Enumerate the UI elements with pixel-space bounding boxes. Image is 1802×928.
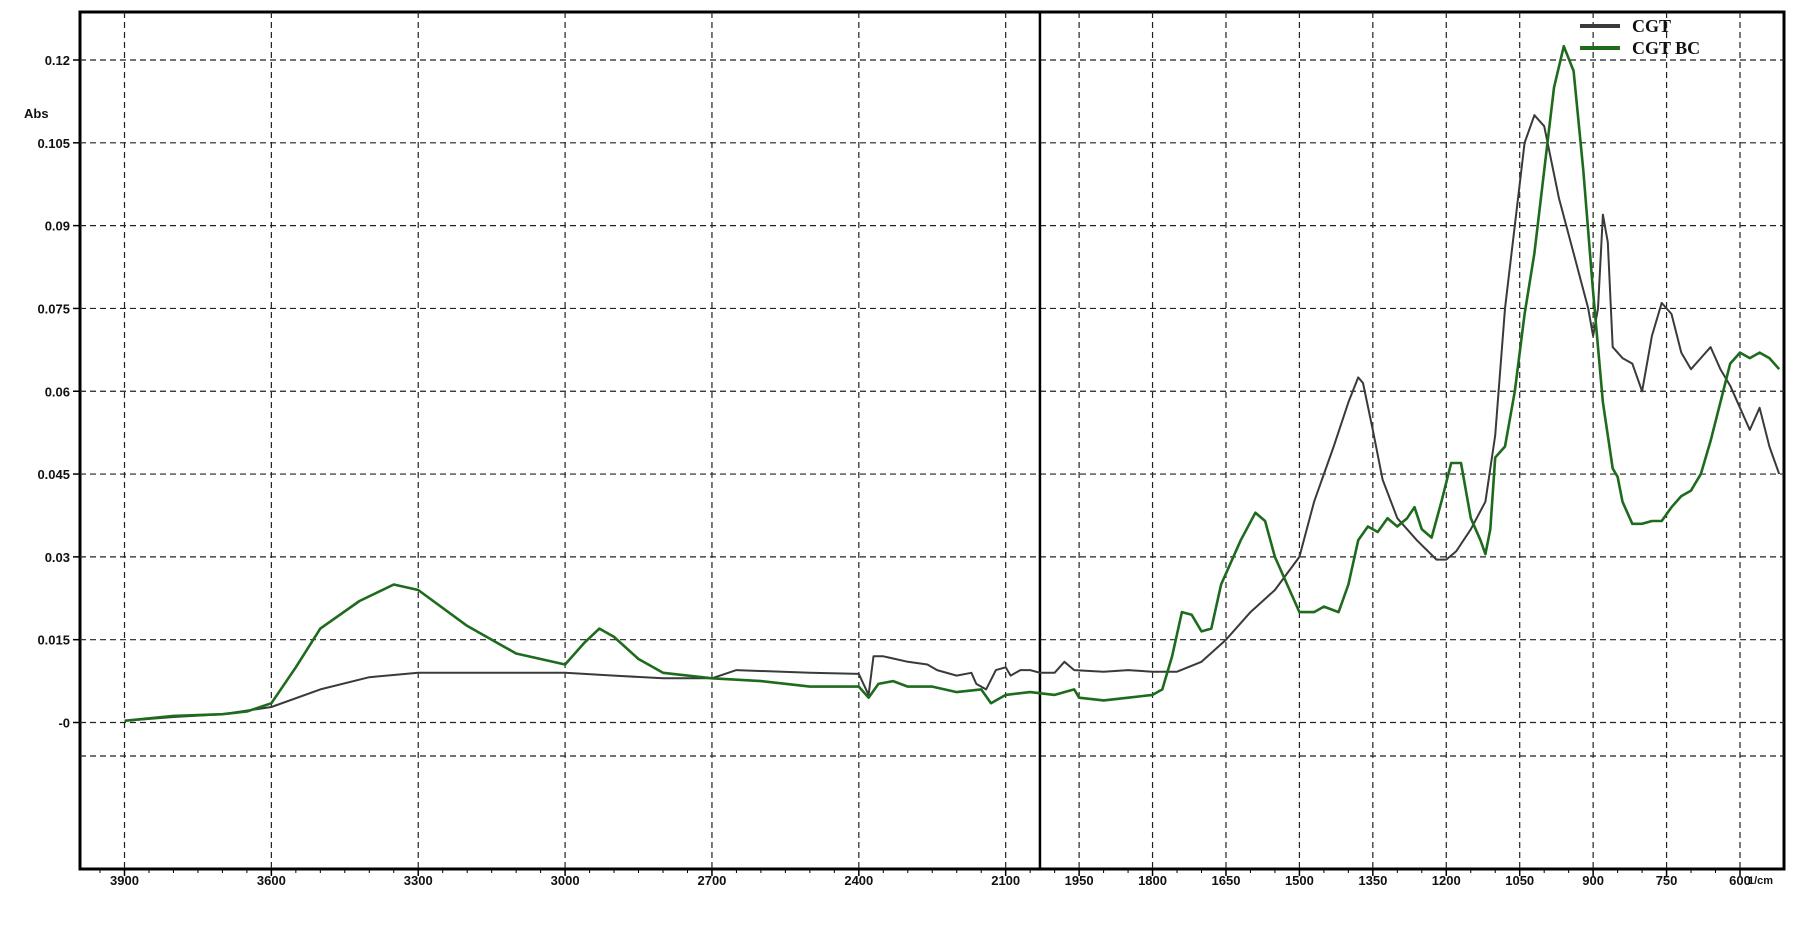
x-tick-label: 1800	[1138, 873, 1167, 888]
x-tick-label: 1500	[1285, 873, 1314, 888]
y-tick-label: 0.03	[45, 550, 70, 565]
x-tick-label: 3000	[551, 873, 580, 888]
y-tick-label: 0.09	[45, 219, 70, 234]
legend-label: CGT	[1632, 16, 1671, 36]
x-tick-label: 3600	[257, 873, 286, 888]
x-tick-label: 1050	[1505, 873, 1534, 888]
x-tick-label: 1950	[1065, 873, 1094, 888]
y-tick-label: 0.075	[37, 301, 70, 316]
x-tick-label: 2700	[697, 873, 726, 888]
x-tick-label: 1650	[1212, 873, 1241, 888]
plot-area	[78, 10, 1786, 871]
ftir-chart: -0 0.015 0.03 0.045 0.06 0.075 0.09 0.105 0.12 3…	[24, 10, 1786, 888]
x-tick-label: 2100	[991, 873, 1020, 888]
x-tick-label: 900	[1582, 873, 1604, 888]
x-tick-label: 3300	[404, 873, 433, 888]
y-tick-label: -0	[58, 716, 70, 731]
x-axis-ticks: 3900 3600 3300 3000 2700 2400 2100 1950 1800 1650…	[99, 869, 1751, 888]
x-tick-label: 3900	[110, 873, 139, 888]
x-tick-label: 1350	[1358, 873, 1387, 888]
x-tick-label: 750	[1656, 873, 1678, 888]
y-axis-label: Abs	[24, 106, 49, 121]
y-tick-label: 0.045	[37, 467, 70, 482]
y-tick-label: 0.015	[37, 633, 70, 648]
y-tick-label: 0.12	[45, 53, 70, 68]
y-axis-ticks: -0 0.015 0.03 0.045 0.06 0.075 0.09 0.105 0.12	[37, 53, 80, 731]
x-axis-label: 1/cm	[1748, 875, 1773, 887]
x-tick-label: 2400	[844, 873, 873, 888]
y-tick-label: 0.06	[45, 384, 70, 399]
y-tick-label: 0.105	[37, 136, 70, 151]
legend-label: CGT BC	[1632, 38, 1700, 58]
x-tick-label: 1200	[1432, 873, 1461, 888]
